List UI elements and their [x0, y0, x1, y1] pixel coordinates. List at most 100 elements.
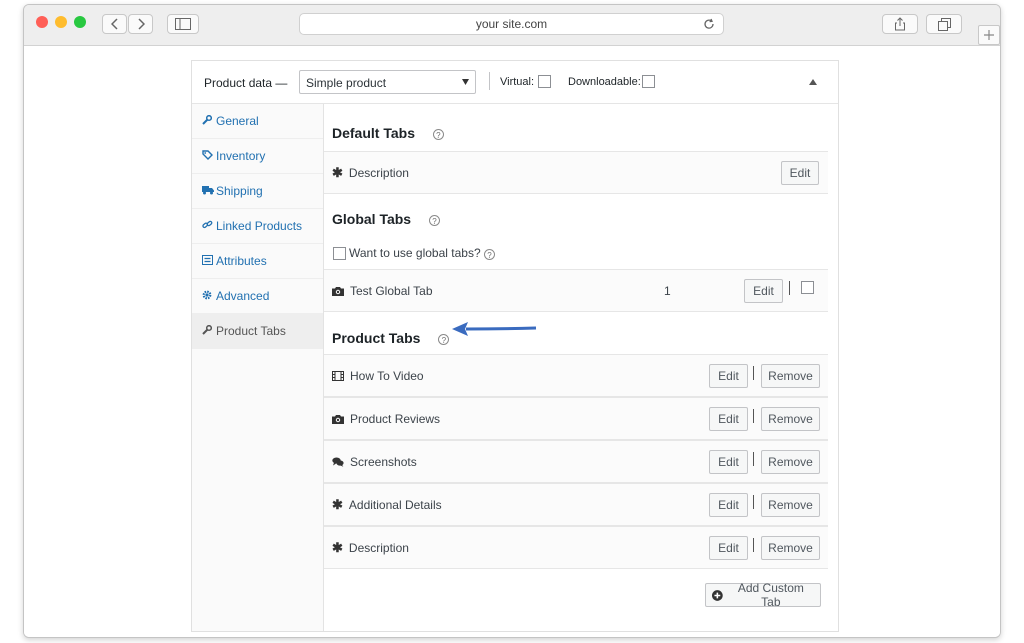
sidebar-item-label: Inventory	[216, 149, 266, 163]
share-icon	[895, 17, 905, 31]
remove-button[interactable]: Remove	[761, 493, 820, 517]
page-content: Product data — Simple product Virtual: D…	[24, 46, 1000, 637]
sidebar-item-general[interactable]: General	[192, 104, 323, 139]
divider	[789, 281, 790, 295]
default-tabs-heading: Default Tabs ?	[324, 125, 836, 141]
use-global-tabs-checkbox[interactable]	[333, 247, 346, 260]
product-type-select[interactable]: Simple product	[299, 70, 476, 94]
sidebar-item-advanced[interactable]: Advanced	[192, 279, 323, 314]
remove-button[interactable]: Remove	[761, 536, 820, 560]
link-icon	[202, 220, 216, 233]
help-icon[interactable]: ?	[484, 249, 495, 260]
tab-label: How To Video	[332, 355, 424, 396]
divider	[753, 409, 754, 423]
sidebar-item-product-tabs[interactable]: Product Tabs	[192, 314, 323, 349]
tab-name: Description	[348, 165, 409, 180]
tab-name: How To Video	[350, 368, 424, 383]
zoom-window-button[interactable]	[74, 16, 86, 28]
divider	[753, 452, 754, 466]
edit-button[interactable]: Edit	[709, 407, 748, 431]
address-bar[interactable]: your site.com	[299, 13, 724, 35]
sidebar-item-inventory[interactable]: Inventory	[192, 139, 323, 174]
sidebar-item-label: Product Tabs	[216, 324, 286, 338]
divider	[753, 495, 754, 509]
virtual-checkbox[interactable]	[538, 75, 551, 88]
plus-circle-icon	[712, 589, 723, 601]
chevron-left-icon	[110, 18, 118, 30]
sidebar-item-label: General	[216, 114, 259, 128]
tab-label: ✱ Description	[332, 527, 409, 568]
divider	[753, 366, 754, 380]
share-button[interactable]	[882, 14, 918, 34]
tab-name: Additional Details	[348, 497, 442, 512]
tab-label: Product Reviews	[332, 398, 440, 439]
edit-button[interactable]: Edit	[709, 536, 748, 560]
global-tab-checkbox[interactable]	[801, 281, 814, 294]
asterisk-icon: ✱	[332, 496, 343, 512]
remove-button[interactable]: Remove	[761, 407, 820, 431]
section-title: Product Tabs	[332, 330, 421, 346]
browser-toolbar: your site.com	[24, 5, 1000, 46]
sidebar-item-shipping[interactable]: Shipping	[192, 174, 323, 209]
downloadable-checkbox[interactable]	[642, 75, 655, 88]
sidebar-item-linked-products[interactable]: Linked Products	[192, 209, 323, 244]
global-tabs-heading: Global Tabs ?	[324, 211, 836, 227]
reload-icon[interactable]	[703, 18, 715, 30]
header-divider	[489, 72, 490, 90]
wrench-icon	[202, 324, 216, 338]
tab-name: Product Reviews	[350, 411, 441, 426]
edit-button[interactable]: Edit	[709, 364, 748, 388]
product-tabs-main: Default Tabs ? ✱ Description Edit Global…	[324, 104, 828, 631]
tab-label: Test Global Tab	[332, 270, 433, 311]
tab-name: Screenshots	[350, 454, 417, 469]
collapse-arrow-icon[interactable]	[809, 79, 817, 85]
camera-icon	[332, 414, 344, 424]
tab-label: ✱ Description	[332, 152, 409, 193]
asterisk-icon: ✱	[332, 539, 343, 555]
back-button[interactable]	[102, 14, 127, 34]
add-custom-tab-button[interactable]: Add Custom Tab	[705, 581, 821, 609]
edit-button[interactable]: Edit	[709, 450, 748, 474]
edit-button[interactable]: Edit	[744, 279, 783, 303]
help-icon[interactable]: ?	[428, 215, 440, 226]
tabs-icon	[937, 17, 951, 31]
help-icon[interactable]: ?	[432, 129, 444, 140]
global-tab-count: 1	[664, 284, 671, 298]
arrow-pointer-icon	[452, 322, 537, 336]
section-title: Default Tabs	[332, 125, 415, 141]
remove-button[interactable]: Remove	[761, 450, 820, 474]
downloadable-label: Downloadable:	[568, 76, 641, 88]
edit-button[interactable]: Edit	[781, 161, 819, 185]
film-icon	[332, 370, 344, 381]
comments-icon	[332, 457, 344, 467]
product-type-value: Simple product	[306, 76, 387, 90]
sidebar-item-label: Linked Products	[216, 219, 303, 233]
plus-icon	[984, 30, 994, 40]
browser-window: your site.com Product data — Simple prod…	[23, 4, 1001, 638]
sidebar-item-attributes[interactable]: Attributes	[192, 244, 323, 279]
forward-button[interactable]	[128, 14, 153, 34]
sidebar-toggle-button[interactable]	[167, 14, 199, 34]
product-tab-row: Product Reviews Edit Remove	[324, 397, 828, 440]
product-data-sidebar: General Inventory Shipping Linked Produc…	[192, 104, 324, 631]
url-text: your site.com	[475, 17, 548, 31]
tab-label: Screenshots	[332, 441, 417, 482]
minimize-window-button[interactable]	[55, 16, 67, 28]
edit-button[interactable]: Edit	[709, 493, 748, 517]
sidebar-item-label: Attributes	[216, 254, 267, 268]
remove-button[interactable]: Remove	[761, 364, 820, 388]
tabs-overview-button[interactable]	[926, 14, 962, 34]
help-icon[interactable]: ?	[438, 334, 450, 345]
tab-name: Description	[348, 540, 409, 555]
global-tab-row: Test Global Tab 1 Edit	[324, 269, 828, 312]
virtual-label: Virtual:	[500, 76, 535, 88]
product-data-header: Product data — Simple product Virtual: D…	[192, 61, 838, 104]
close-window-button[interactable]	[36, 16, 48, 28]
new-tab-button[interactable]	[978, 25, 1000, 45]
product-tab-row: ✱ Additional Details Edit Remove	[324, 483, 828, 526]
dropdown-arrow-icon	[462, 79, 469, 85]
use-global-tabs-label: Want to use global tabs?	[349, 246, 481, 260]
truck-icon	[202, 185, 216, 198]
product-data-panel: Product data — Simple product Virtual: D…	[191, 60, 839, 632]
product-tab-row: Screenshots Edit Remove	[324, 440, 828, 483]
